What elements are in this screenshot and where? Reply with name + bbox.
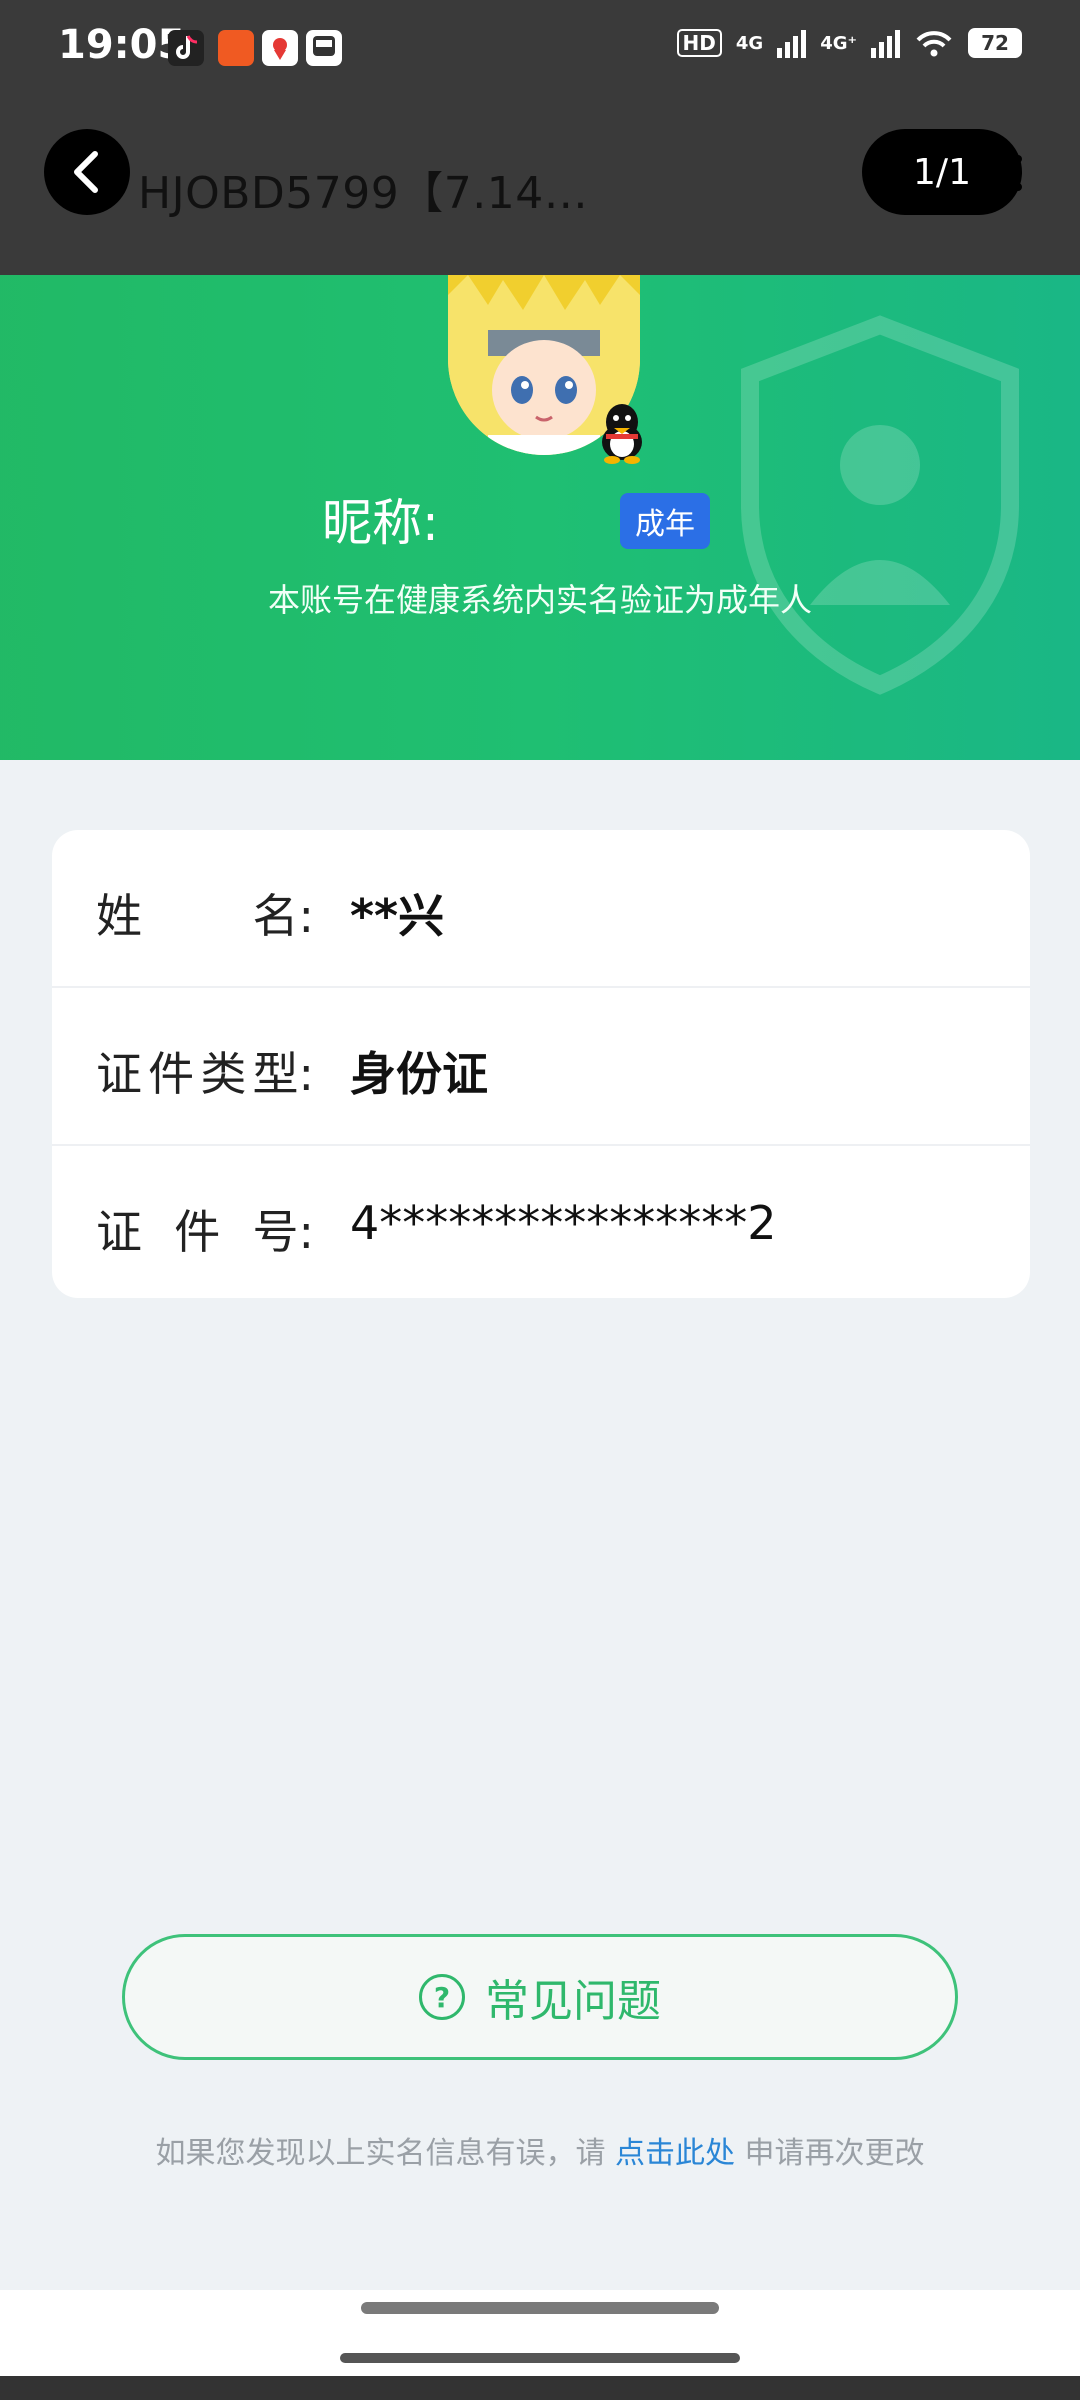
back-button[interactable] <box>44 129 130 215</box>
note-prefix: 如果您发现以上实名信息有误，请 <box>155 2136 615 2171</box>
info-row-id-number: 证 件 号: 4****************2 <box>52 1146 1030 1298</box>
question-circle-icon: ? <box>419 1974 465 2020</box>
system-home-indicator[interactable] <box>340 2353 740 2363</box>
battery-icon: 72 <box>968 28 1022 58</box>
qq-penguin-icon <box>602 404 642 464</box>
shield-icon <box>741 315 1019 695</box>
name-label: 姓 名: <box>96 889 314 943</box>
identity-info-card: 姓 名: **兴 证 件 类 型: 身份证 证 件 号: 4**********… <box>52 830 1030 1298</box>
map-icon <box>262 30 298 66</box>
profile-header: 昵称: 成年 本账号在健康系统内实名验证为成年人 <box>0 275 1080 760</box>
hd-badge: HD <box>676 29 722 57</box>
pager-button[interactable]: 1/1 <box>862 129 1022 215</box>
signal-icon-2 <box>871 28 900 58</box>
page-title: HJOBD5799【7.14… <box>138 168 589 219</box>
id-number-value: 4****************2 <box>350 1196 777 1250</box>
net-label-2: 4G⁺ <box>820 32 857 54</box>
name-value: **兴 <box>350 889 445 943</box>
nickname-label: 昵称: <box>322 494 439 552</box>
navbar: HJOBD5799【7.14… 1/1 <box>0 115 1080 245</box>
tiktok-icon <box>168 30 204 66</box>
app-icon-orange <box>218 30 254 66</box>
wifi-icon <box>916 31 952 57</box>
info-row-id-type: 证 件 类 型: 身份证 <box>52 988 1030 1146</box>
faq-label: 常见问题 <box>485 1976 661 2027</box>
id-number-label: 证 件 号: <box>96 1205 314 1259</box>
info-row-name: 姓 名: **兴 <box>52 830 1030 988</box>
net-label-1: 4G <box>735 32 764 54</box>
status-bar: 19:05 HD 4G 4G⁺ 72 <box>0 0 1080 100</box>
status-time: 19:05 <box>58 22 186 68</box>
click-here-link[interactable]: 点击此处 <box>615 2136 735 2171</box>
verification-subtitle: 本账号在健康系统内实名验证为成年人 <box>267 581 812 619</box>
note-suffix: 申请再次更改 <box>735 2136 925 2171</box>
status-right: HD 4G 4G⁺ 72 <box>676 28 1022 58</box>
bottom-system-bar <box>0 2376 1080 2400</box>
faq-button[interactable]: ? 常见问题 <box>122 1934 958 2060</box>
bus-icon <box>306 30 342 66</box>
signal-icon-1 <box>777 28 807 58</box>
id-type-value: 身份证 <box>350 1047 488 1101</box>
adult-badge: 成年 <box>620 493 710 549</box>
chevron-left-icon <box>74 151 98 193</box>
id-type-label: 证 件 类 型: <box>96 1047 314 1101</box>
correction-note: 如果您发现以上实名信息有误，请 点击此处 申请再次更改 <box>0 2128 1080 2172</box>
home-indicator[interactable] <box>361 2302 719 2314</box>
